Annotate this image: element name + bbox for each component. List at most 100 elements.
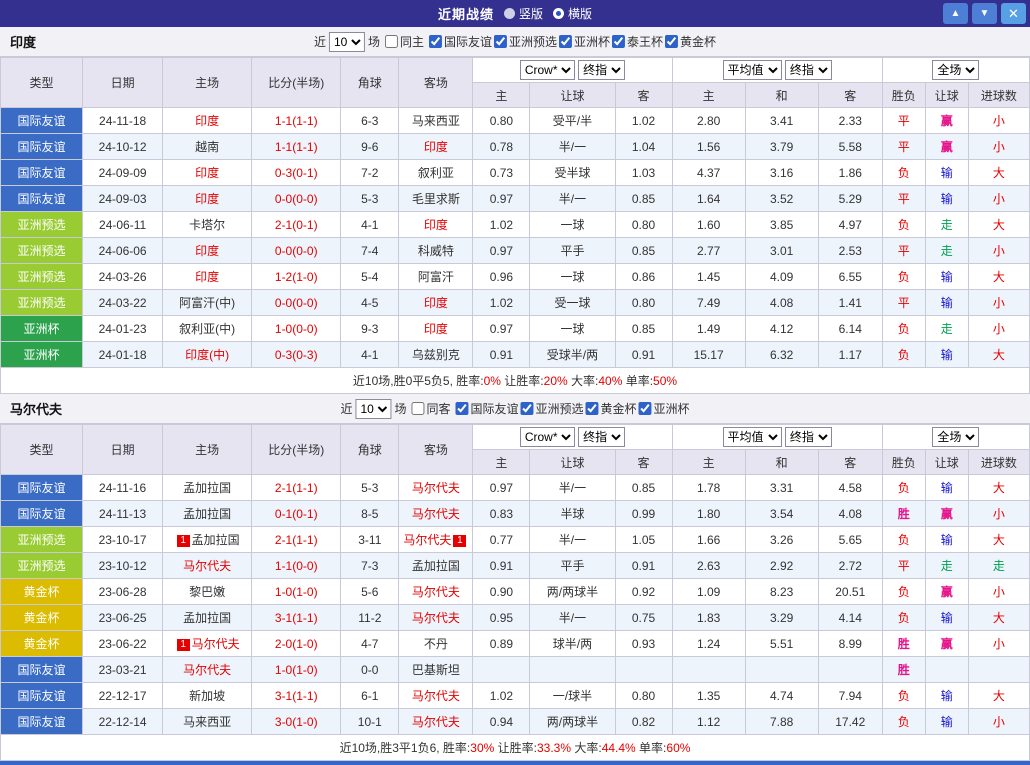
match-score: 2-1(0-1) [252,212,341,238]
match-date: 24-10-12 [83,134,163,160]
away-team: 马尔代夫 [399,683,473,709]
goals-result: 大 [968,160,1029,186]
match-type-badge: 国际友谊 [1,160,83,186]
ah-odds-controls: Crow* 终指 [473,58,672,83]
ah-home-odds: 0.89 [473,631,530,657]
match-score: 1-1(0-0) [252,553,341,579]
eu-away-odds: 17.42 [818,709,882,735]
close-button[interactable]: ✕ [1001,3,1026,24]
match-type-badge: 国际友谊 [1,134,83,160]
team-name-text: 孟加拉国 [183,481,231,495]
layout-radio-horizontal[interactable]: 横版 [553,5,592,22]
match-count-select[interactable]: 10 [329,32,365,52]
col-away: 客场 [399,58,473,108]
ah-home-odds: 0.96 [473,264,530,290]
ah-odds-time-select[interactable]: 终指 [578,60,625,80]
red-card-badge: 1 [177,535,190,547]
ah-line: 球半/两 [530,631,615,657]
league-checkbox[interactable] [455,402,468,415]
col-eu-away: 客 [818,83,882,108]
eu-away-odds: 7.94 [818,683,882,709]
league-filter[interactable]: 泰王杯 [612,33,663,50]
match-row: 亚洲预选24-03-22阿富汗(中)0-0(0-0)4-5印度1.02受一球0.… [1,290,1030,316]
league-filter[interactable]: 黄金杯 [586,400,637,417]
team-name-text: 马来西亚 [412,114,460,128]
eu-odds-time-select[interactable]: 终指 [785,427,832,447]
eu-away-odds: 1.17 [818,342,882,368]
odds-company-select[interactable]: Crow* [520,60,575,80]
league-checkbox[interactable] [521,402,534,415]
match-score: 0-0(0-0) [252,290,341,316]
corner-score: 11-2 [341,605,399,631]
eu-odds-time-select[interactable]: 终指 [785,60,832,80]
match-type-badge: 亚洲预选 [1,264,83,290]
match-row: 国际友谊24-10-12越南1-1(1-1)9-6印度0.78半/一1.041.… [1,134,1030,160]
wdl-result: 平 [882,290,925,316]
match-count-select[interactable]: 10 [355,399,391,419]
corner-score: 5-4 [341,264,399,290]
match-date: 24-06-11 [83,212,163,238]
league-filter[interactable]: 亚洲预选 [521,400,584,417]
radio-icon [553,8,564,19]
scroll-down-button[interactable]: ▼ [972,3,997,24]
same-venue-checkbox[interactable] [385,35,398,48]
match-scope-select[interactable]: 全场 [932,427,979,447]
team-name-text: 叙利亚 [418,166,454,180]
eu-odds-type-select[interactable]: 平均值 [723,427,782,447]
league-filter[interactable]: 亚洲杯 [559,33,610,50]
home-team: 越南 [163,134,252,160]
handicap-result: 输 [925,475,968,501]
match-scope-select[interactable]: 全场 [932,60,979,80]
ah-line: 两/两球半 [530,709,615,735]
league-filter[interactable]: 亚洲预选 [494,33,557,50]
same-venue-checkbox[interactable] [411,402,424,415]
team-name-text: 巴基斯坦 [412,663,460,677]
match-score: 0-0(0-0) [252,238,341,264]
summary-segment: 近10场,胜3平1负6, 胜率: [340,741,471,755]
section-maldives: 马尔代夫 近 10 场 同客 国际友谊亚洲预选黄金杯亚洲杯 类型 日期 主场 比… [0,394,1030,761]
match-row: 黄金杯23-06-221马尔代夫2-0(1-0)4-7不丹0.89球半/两0.9… [1,631,1030,657]
col-handicap-result: 让球 [925,450,968,475]
ah-home-odds: 0.80 [473,108,530,134]
layout-radio-vertical[interactable]: 竖版 [504,5,543,22]
handicap-result: 输 [925,605,968,631]
match-date: 24-03-22 [83,290,163,316]
ah-odds-time-select[interactable]: 终指 [578,427,625,447]
col-ah-away: 客 [615,83,672,108]
league-checkbox[interactable] [494,35,507,48]
corner-score: 4-5 [341,290,399,316]
ah-away-odds: 0.91 [615,553,672,579]
team-name-text: 乌兹别克 [412,348,460,362]
goals-result: 小 [968,186,1029,212]
corner-score: 9-3 [341,316,399,342]
ah-line: 受一球 [530,290,615,316]
same-venue-filter[interactable]: 同主 [385,33,424,50]
summary-segment: 40% [598,374,622,388]
ah-home-odds: 0.73 [473,160,530,186]
league-checkbox[interactable] [665,35,678,48]
league-checkbox[interactable] [586,402,599,415]
league-checkbox[interactable] [429,35,442,48]
league-checkbox[interactable] [612,35,625,48]
home-team: 叙利亚(中) [163,316,252,342]
eu-draw-odds: 3.41 [745,108,818,134]
ah-line: 一/球半 [530,683,615,709]
same-venue-filter[interactable]: 同客 [411,400,450,417]
team-name-text: 越南 [195,140,219,154]
league-filter[interactable]: 黄金杯 [665,33,716,50]
league-filter[interactable]: 国际友谊 [429,33,492,50]
eu-draw-odds: 7.88 [745,709,818,735]
ah-away-odds: 0.85 [615,475,672,501]
corner-score: 4-1 [341,212,399,238]
eu-draw-odds: 3.54 [745,501,818,527]
odds-company-select[interactable]: Crow* [520,427,575,447]
eu-odds-type-select[interactable]: 平均值 [723,60,782,80]
home-team: 印度 [163,108,252,134]
corner-score: 10-1 [341,709,399,735]
scroll-up-button[interactable]: ▲ [943,3,968,24]
league-checkbox[interactable] [559,35,572,48]
league-checkbox[interactable] [639,402,652,415]
league-filter[interactable]: 国际友谊 [455,400,518,417]
league-filter[interactable]: 亚洲杯 [639,400,690,417]
handicap-result: 走 [925,553,968,579]
